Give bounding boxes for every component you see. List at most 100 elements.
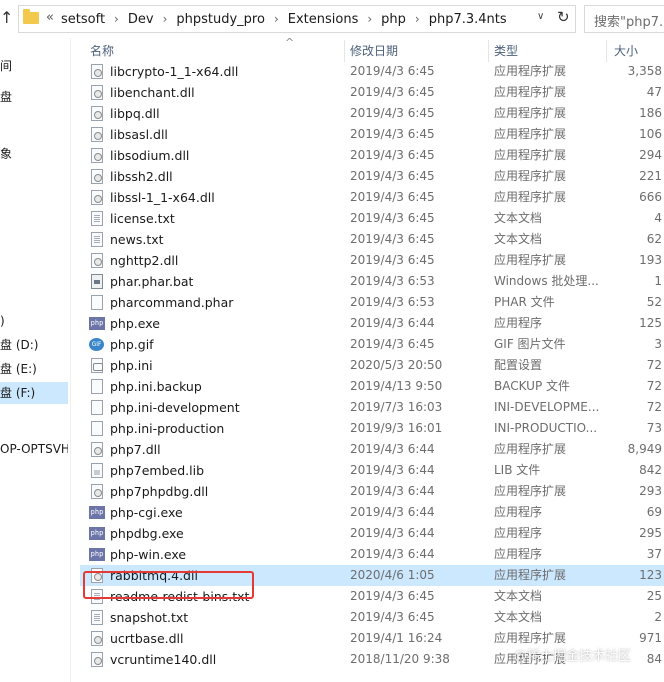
breadcrumb-dev[interactable]: Dev bbox=[128, 12, 154, 27]
file-date: 2019/4/3 6:44 bbox=[350, 463, 435, 477]
folder-icon bbox=[23, 9, 39, 24]
file-name: libsasl.dll bbox=[110, 127, 168, 142]
table-row[interactable]: php.ini 2020/5/3 20:50 配置设置 72 bbox=[80, 355, 664, 376]
file-size: 295 bbox=[639, 526, 662, 540]
file-size: 186 bbox=[639, 106, 662, 120]
breadcrumb-separator-icon[interactable]: › bbox=[163, 12, 168, 26]
file-date: 2019/4/3 6:45 bbox=[350, 148, 435, 162]
table-row[interactable]: libssh2.dll 2019/4/3 6:45 应用程序扩展 221 bbox=[80, 166, 664, 187]
address-dropdown-icon[interactable]: ∨ bbox=[537, 11, 544, 22]
file-date: 2019/4/3 6:45 bbox=[350, 127, 435, 141]
table-row[interactable]: php-win.exe 2019/4/3 6:44 应用程序 37 bbox=[80, 544, 664, 565]
file-size: 106 bbox=[639, 127, 662, 141]
column-header-size[interactable]: 大小 bbox=[614, 38, 638, 62]
table-row[interactable]: news.txt 2019/4/3 6:45 文本文档 62 bbox=[80, 229, 664, 250]
column-divider[interactable] bbox=[344, 40, 345, 62]
dll-icon bbox=[91, 442, 103, 457]
nav-item-drive-e[interactable]: 盘 (E:) bbox=[0, 358, 68, 380]
table-row[interactable]: phpdbg.exe 2019/4/3 6:44 应用程序 295 bbox=[80, 523, 664, 544]
dll-icon bbox=[91, 190, 103, 205]
file-name: phar.phar.bat bbox=[110, 274, 194, 289]
file-date: 2019/4/3 6:45 bbox=[350, 64, 435, 78]
table-row[interactable]: libsasl.dll 2019/4/3 6:45 应用程序扩展 106 bbox=[80, 124, 664, 145]
table-row[interactable]: libcrypto-1_1-x64.dll 2019/4/3 6:45 应用程序扩展… bbox=[80, 62, 664, 82]
breadcrumb-php734nts[interactable]: php7.3.4nts bbox=[429, 12, 507, 27]
overflow-chevron-icon[interactable]: « bbox=[46, 10, 54, 25]
nav-item-network-pc[interactable]: OP-OPTSVHD bbox=[0, 438, 68, 460]
table-row[interactable]: php.ini-development 2019/7/3 16:03 INI-DEV… bbox=[80, 397, 664, 418]
refresh-icon[interactable]: ↻ bbox=[557, 8, 570, 26]
nav-item-2[interactable]: 象 bbox=[0, 143, 68, 165]
php-exe-icon bbox=[89, 317, 105, 330]
file-name: libsodium.dll bbox=[110, 148, 190, 163]
file-type: 应用程序扩展 bbox=[494, 169, 567, 183]
breadcrumb-php[interactable]: php bbox=[381, 12, 406, 27]
table-row[interactable]: php.exe 2019/4/3 6:44 应用程序 125 bbox=[80, 313, 664, 334]
nav-item-drive-f[interactable]: 盘 (F:) bbox=[0, 382, 68, 404]
table-row[interactable]: license.txt 2019/4/3 6:45 文本文档 4 bbox=[80, 208, 664, 229]
breadcrumb-separator-icon[interactable]: › bbox=[274, 12, 279, 26]
column-divider[interactable] bbox=[488, 40, 489, 62]
file-name: license.txt bbox=[110, 211, 175, 226]
file-date: 2019/4/3 6:53 bbox=[350, 274, 435, 288]
file-name: php.ini-development bbox=[110, 400, 240, 415]
table-row[interactable]: libenchant.dll 2019/4/3 6:45 应用程序扩展 47 bbox=[80, 82, 664, 103]
up-arrow-icon[interactable]: ↑ bbox=[0, 8, 16, 28]
file-type: 应用程序扩展 bbox=[494, 106, 567, 120]
column-header-name[interactable]: 名称 bbox=[90, 38, 114, 62]
address-bar[interactable]: « setsoft › Dev › phpstudy_pro › Extensi… bbox=[18, 5, 576, 33]
breadcrumb-separator-icon[interactable]: › bbox=[367, 12, 372, 26]
table-row[interactable]: libsodium.dll 2019/4/3 6:45 应用程序扩展 294 bbox=[80, 145, 664, 166]
file-type: 应用程序扩展 bbox=[494, 127, 567, 141]
column-header-date[interactable]: 修改日期 bbox=[350, 38, 398, 62]
file-type: 文本文档 bbox=[494, 610, 543, 624]
file-name: news.txt bbox=[110, 232, 164, 247]
pane-splitter[interactable] bbox=[70, 38, 71, 682]
nav-item-3[interactable]: ) bbox=[0, 310, 68, 332]
table-row[interactable]: snapshot.txt 2019/4/3 6:45 文本文档 2 bbox=[80, 607, 664, 628]
address-toolbar: ↑ « setsoft › Dev › phpstudy_pro › Exten… bbox=[0, 0, 664, 38]
file-date: 2019/9/3 16:01 bbox=[350, 421, 443, 435]
table-row[interactable]: php.gif 2019/4/3 6:45 GIF 图片文件 3 bbox=[80, 334, 664, 355]
table-row[interactable]: php7.dll 2019/4/3 6:44 应用程序扩展 8,949 bbox=[80, 439, 664, 460]
column-divider[interactable] bbox=[606, 40, 607, 62]
nav-item-drive-d[interactable]: 盘 (D:) bbox=[0, 334, 68, 356]
breadcrumb-phpstudy-pro[interactable]: phpstudy_pro bbox=[176, 12, 265, 27]
file-type: 应用程序扩展 bbox=[494, 253, 567, 267]
dll-icon bbox=[91, 484, 103, 499]
file-size: 72 bbox=[646, 358, 662, 372]
table-row[interactable]: libssl-1_1-x64.dll 2019/4/3 6:45 应用程序扩展 666 bbox=[80, 187, 664, 208]
breadcrumb-extensions[interactable]: Extensions bbox=[288, 12, 359, 27]
table-row[interactable]: pharcommand.phar 2019/4/3 6:53 PHAR 文件 52 bbox=[80, 292, 664, 313]
file-size: 3,358 bbox=[627, 64, 662, 78]
file-size: 4 bbox=[654, 211, 662, 225]
table-row[interactable]: php7phpdbg.dll 2019/4/3 6:44 应用程序扩展 293 bbox=[80, 481, 664, 502]
table-row[interactable]: phar.phar.bat 2019/4/3 6:53 Windows 批处理...… bbox=[80, 271, 664, 292]
dll-icon bbox=[91, 127, 103, 142]
file-size: 123 bbox=[639, 568, 662, 582]
column-header-type[interactable]: 类型 bbox=[494, 38, 518, 62]
table-row[interactable]: nghttp2.dll 2019/4/3 6:45 应用程序扩展 193 bbox=[80, 250, 664, 271]
table-row[interactable]: php7embed.lib 2019/4/3 6:44 LIB 文件 842 bbox=[80, 460, 664, 481]
gif-image-icon bbox=[89, 337, 105, 352]
breadcrumb-separator-icon[interactable]: › bbox=[415, 12, 420, 26]
search-input[interactable]: 搜索"php7.3 bbox=[584, 5, 664, 33]
nav-item-1[interactable]: 盘 bbox=[0, 86, 68, 108]
table-row[interactable]: libpq.dll 2019/4/3 6:45 应用程序扩展 186 bbox=[80, 103, 664, 124]
nav-item-0[interactable]: 间 bbox=[0, 55, 68, 77]
generic-file-icon bbox=[91, 295, 103, 310]
file-size: 294 bbox=[639, 148, 662, 162]
table-row[interactable]: php-cgi.exe 2019/4/3 6:44 应用程序 69 bbox=[80, 502, 664, 523]
file-type: 文本文档 bbox=[494, 589, 543, 603]
file-date: 2019/7/3 16:03 bbox=[350, 400, 443, 414]
file-size: 3 bbox=[654, 337, 662, 351]
file-type: 应用程序 bbox=[494, 505, 543, 519]
file-name: libpq.dll bbox=[110, 106, 160, 121]
breadcrumb-separator-icon[interactable]: › bbox=[114, 12, 119, 26]
table-row[interactable]: php.ini-production 2019/9/3 16:01 INI-PROD… bbox=[80, 418, 664, 439]
table-row[interactable]: php.ini.backup 2019/4/13 9:50 BACKUP 文件 72 bbox=[80, 376, 664, 397]
file-name: snapshot.txt bbox=[110, 610, 189, 625]
breadcrumb: setsoft › Dev › phpstudy_pro › Extension… bbox=[61, 10, 507, 28]
breadcrumb-setsoft[interactable]: setsoft bbox=[61, 12, 105, 27]
file-date: 2019/4/3 6:45 bbox=[350, 190, 435, 204]
